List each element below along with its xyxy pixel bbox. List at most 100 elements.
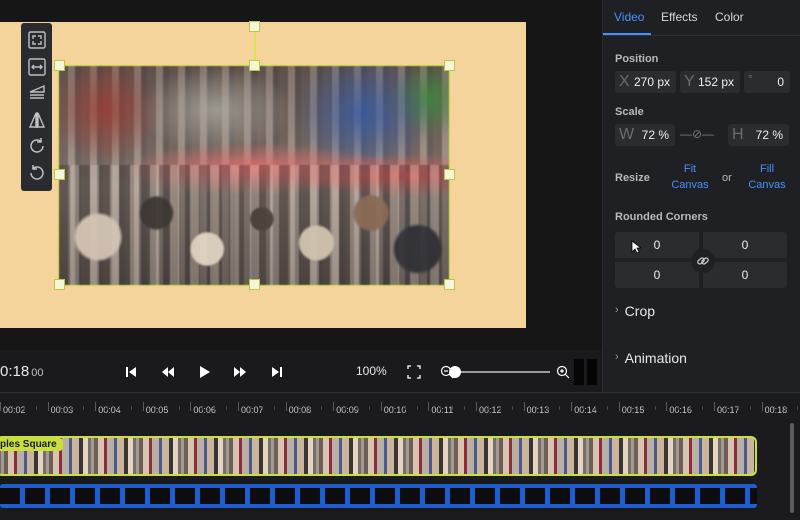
audio-track[interactable] <box>0 484 757 508</box>
animation-section[interactable]: › Animation <box>615 350 687 366</box>
chevron-right-icon: › <box>615 304 619 316</box>
minor-tick <box>59 406 61 410</box>
minor-tick <box>166 406 168 410</box>
resize-handle-top-left[interactable] <box>54 60 65 71</box>
zoom-level[interactable]: 100% <box>356 364 387 378</box>
minor-tick <box>511 406 513 410</box>
resize-handle-bottom-right[interactable] <box>444 279 455 290</box>
minor-tick <box>178 406 180 410</box>
major-tick <box>142 402 144 411</box>
play-icon[interactable] <box>194 362 214 382</box>
minor-tick <box>702 406 704 410</box>
rotation-field[interactable]: ° 0 <box>744 71 790 93</box>
minor-tick <box>23 406 25 410</box>
corner-bottom-left-field[interactable]: 0 <box>615 262 699 288</box>
minor-tick <box>404 406 406 410</box>
major-tick <box>333 402 335 411</box>
video-clip[interactable] <box>0 436 757 476</box>
tab-effects[interactable]: Effects <box>661 10 697 24</box>
flip-vertical-icon[interactable] <box>21 80 52 107</box>
major-tick <box>47 402 49 411</box>
minor-tick <box>559 406 561 410</box>
corner-top-left-field[interactable]: 0 <box>615 232 699 258</box>
panel-tabs: Video Effects Color <box>603 0 800 36</box>
zoom-slider[interactable] <box>449 366 550 378</box>
minor-tick <box>535 406 537 410</box>
timeline-scrollbar[interactable] <box>790 423 794 513</box>
chevron-right-icon: › <box>615 351 619 363</box>
major-tick <box>666 402 668 411</box>
tab-color[interactable]: Color <box>715 10 744 24</box>
current-time: 0:18 00 <box>0 363 44 380</box>
major-tick <box>523 402 525 411</box>
crop-section[interactable]: › Crop <box>615 303 655 319</box>
major-tick <box>285 402 287 411</box>
tick-label: 00:06 <box>193 405 216 415</box>
fit-canvas-button[interactable]: Fit Canvas <box>671 161 709 193</box>
stretch-horizontal-icon[interactable] <box>21 54 52 81</box>
tick-label: 00:16 <box>669 405 692 415</box>
skip-end-icon[interactable] <box>267 362 287 382</box>
major-tick <box>428 402 430 411</box>
minor-tick <box>273 406 275 410</box>
zoom-slider-knob[interactable] <box>449 366 461 378</box>
active-tab-indicator <box>603 33 651 35</box>
minor-tick <box>392 406 394 410</box>
position-y-field[interactable]: Y 152 px <box>680 71 740 93</box>
rewind-icon[interactable] <box>158 362 178 382</box>
scale-height-field[interactable]: H 72 % <box>728 124 789 146</box>
rotate-clockwise-icon[interactable] <box>21 133 52 160</box>
resize-handle-left[interactable] <box>54 169 65 180</box>
resize-handle-bottom[interactable] <box>249 279 260 290</box>
position-x-field[interactable]: X 270 px <box>615 71 676 93</box>
minor-tick <box>154 406 156 410</box>
major-tick <box>571 402 573 411</box>
minor-tick <box>547 406 549 410</box>
player-controls: 0:18 00 100% <box>0 356 602 388</box>
resize-handle-top[interactable] <box>249 60 260 71</box>
position-label: Position <box>615 53 659 65</box>
minor-tick <box>83 406 85 410</box>
rotate-handle[interactable] <box>249 21 260 32</box>
time-ruler[interactable]: 00:02 00:03 00:04 00:05 00:06 00:07 00:08 00:09… <box>0 393 800 421</box>
corner-bottom-right-field[interactable]: 0 <box>703 262 787 288</box>
tick-label: 00:04 <box>98 405 121 415</box>
minor-tick <box>499 406 501 410</box>
minor-tick <box>321 406 323 410</box>
skip-start-icon[interactable] <box>121 362 141 382</box>
minor-tick <box>345 406 347 410</box>
fullscreen-icon[interactable] <box>404 362 424 382</box>
video-editor: 0:18 00 100% Video Effects Color Positio… <box>0 0 800 520</box>
timeline[interactable]: 00:02 00:03 00:04 00:05 00:06 00:07 00:08 00:09… <box>0 392 800 520</box>
minor-tick <box>226 406 228 410</box>
resize-handle-bottom-left[interactable] <box>54 279 65 290</box>
panel-toggle-right[interactable] <box>587 359 597 385</box>
scale-width-field[interactable]: W 72 % <box>615 124 675 146</box>
tab-video[interactable]: Video <box>614 10 644 24</box>
resize-handle-top-right[interactable] <box>444 60 455 71</box>
minor-tick <box>678 406 680 410</box>
scale-link-icon[interactable]: —⊘— <box>680 127 714 141</box>
minor-tick <box>440 406 442 410</box>
corners-link-icon[interactable] <box>691 249 715 273</box>
fit-screen-icon[interactable] <box>21 27 52 54</box>
tick-label: 00:14 <box>574 405 597 415</box>
panel-toggle-left[interactable] <box>574 359 584 385</box>
minor-tick <box>35 406 37 410</box>
resize-handle-right[interactable] <box>444 169 455 180</box>
minor-tick <box>749 406 751 410</box>
major-tick <box>714 402 715 411</box>
tick-label: 00:03 <box>50 405 74 415</box>
flip-horizontal-icon[interactable] <box>21 107 52 134</box>
minor-tick <box>249 406 251 410</box>
rotate-counterclockwise-icon[interactable] <box>21 160 52 187</box>
fast-forward-icon[interactable] <box>230 362 250 382</box>
minor-tick <box>583 406 585 410</box>
zoom-in-icon[interactable] <box>553 362 573 382</box>
tick-label: 00:11 <box>431 405 454 415</box>
tick-label: 00:17 <box>717 405 740 415</box>
corner-top-right-field[interactable]: 0 <box>703 232 787 258</box>
fill-canvas-button[interactable]: Fill Canvas <box>747 161 787 193</box>
video-frame[interactable] <box>58 65 450 286</box>
minor-tick <box>487 406 489 410</box>
